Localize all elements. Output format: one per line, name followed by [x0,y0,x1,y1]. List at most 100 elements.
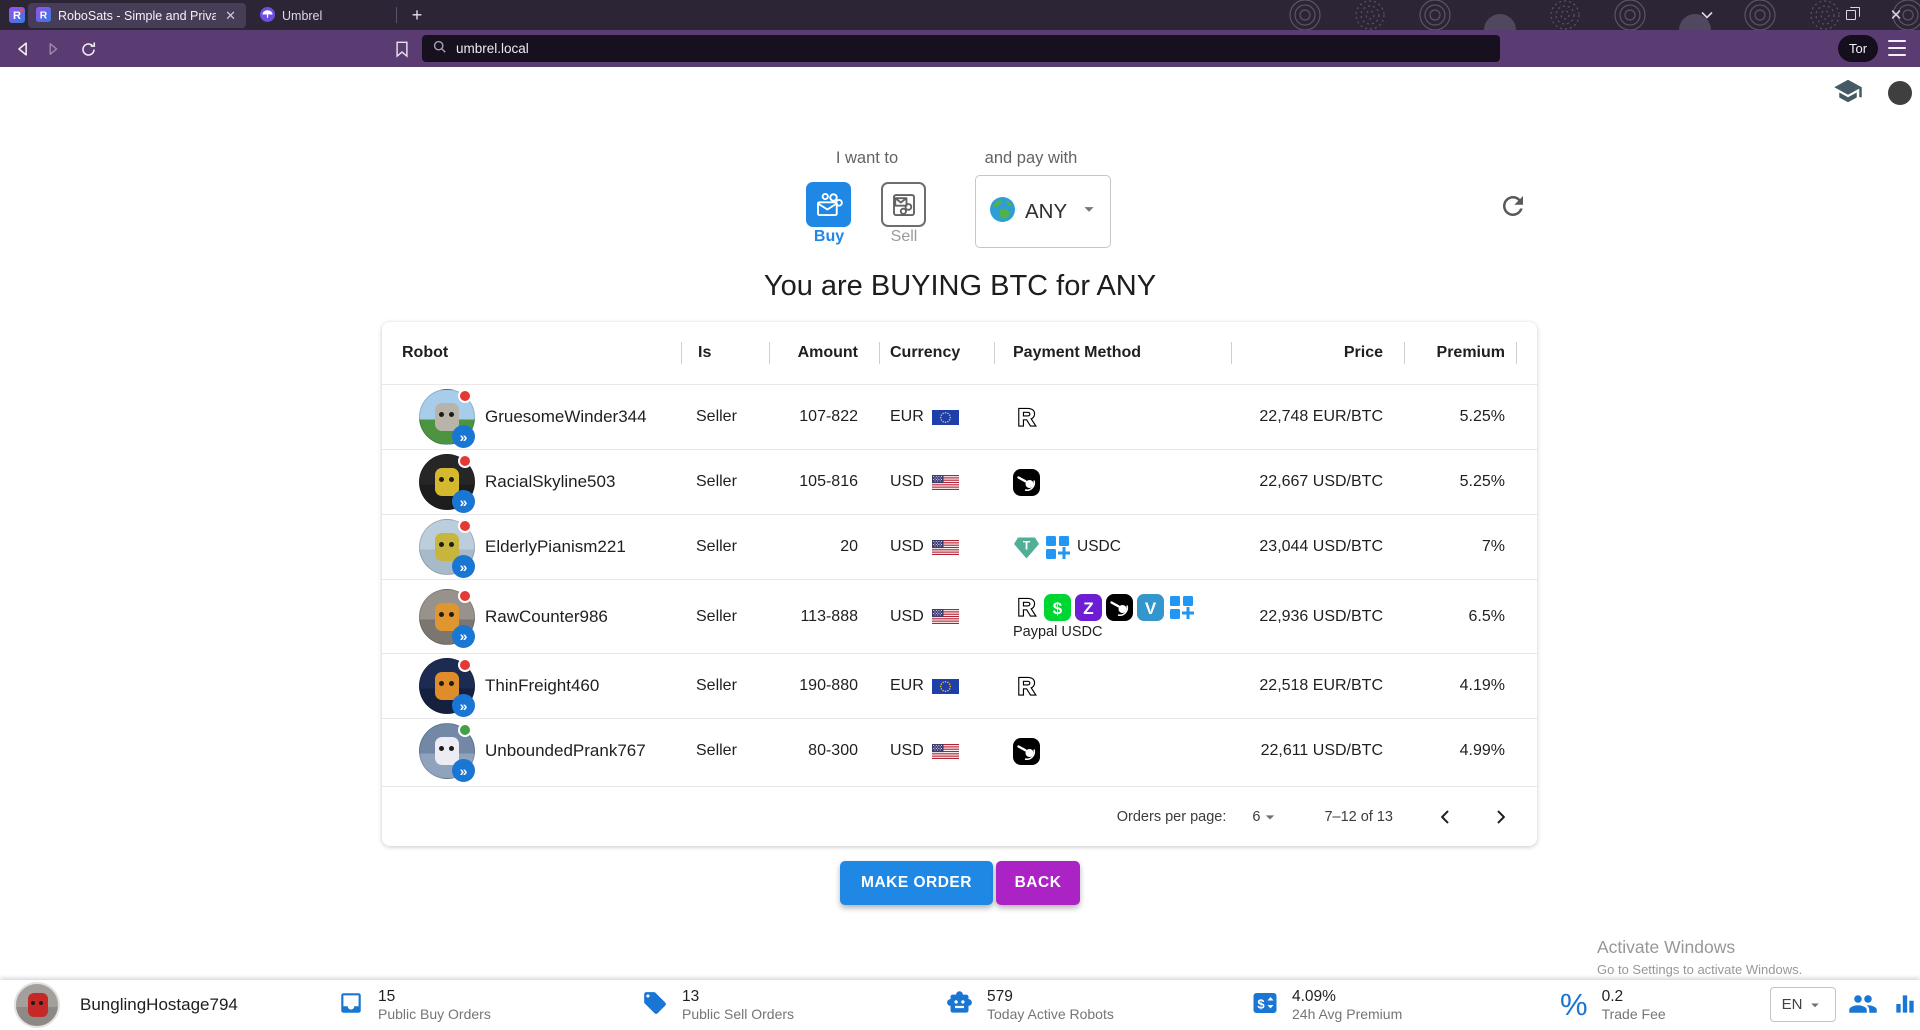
robot-nickname: ThinFreight460 [485,676,599,696]
column-header-is[interactable]: Is [682,322,770,384]
order-side: Seller [682,608,770,626]
window-restore-icon[interactable] [1836,0,1866,30]
column-header-price[interactable]: Price [1232,322,1405,384]
order-price: 23,044 USD/BTC [1232,538,1405,556]
new-tab-button[interactable]: + [404,2,430,28]
order-currency: USD [890,608,924,626]
trade-fee-icon: % [1560,987,1588,1023]
user-robot-avatar[interactable] [14,982,60,1028]
column-header-currency[interactable]: Currency [880,322,995,384]
tab-close-icon[interactable]: ✕ [223,8,238,24]
exchange-summary-icon[interactable] [1892,991,1918,1022]
statusbar-stat[interactable]: 13 Public Sell Orders [642,984,794,1026]
back-button[interactable]: BACK [996,861,1080,905]
payment-methods: R [1013,673,1232,700]
order-premium: 5.25% [1405,473,1517,491]
statusbar-stat[interactable]: 15 Public Buy Orders [338,984,491,1026]
order-amount: 105-816 [770,473,880,491]
dark-mode-toggle-icon[interactable] [1888,81,1912,105]
statusbar-stat[interactable]: 579 Today Active Robots [946,984,1114,1026]
robot-nickname: ElderlyPianism221 [485,537,626,557]
make-order-button[interactable]: MAKE ORDER [840,861,993,905]
us-flag-icon [932,609,959,624]
robosats-app-icon: R [9,7,25,23]
svg-text:R: R [1018,594,1036,620]
robot-nickname: GruesomeWinder344 [485,407,647,427]
robosats-order-book-page: R R RoboSats - Simple and Private Bit ✕ … [0,0,1920,1030]
column-header-amount[interactable]: Amount [770,322,880,384]
window-close-icon[interactable]: ✕ [1880,0,1912,30]
bookmark-icon[interactable] [390,38,414,60]
column-header-robot[interactable]: Robot [402,322,682,384]
robot-nickname: RawCounter986 [485,607,608,627]
currency-selected-value: ANY [1025,200,1067,224]
order-currency: USD [890,473,924,491]
sell-label: Sell [891,228,918,246]
payment-methods: TUSDC [1013,534,1232,561]
statusbar-stat[interactable]: % 0.2 Trade Fee [1560,984,1666,1026]
order-side: Seller [682,742,770,760]
robot-avatar[interactable]: » [419,454,475,510]
browser-tab-bar: R R RoboSats - Simple and Private Bit ✕ … [0,0,1920,30]
stat-value: 4.09% [1292,987,1402,1006]
per-page-select[interactable]: 6 [1252,807,1280,827]
avg-premium-icon: $ [1252,990,1278,1021]
robot-avatar[interactable]: » [419,658,475,714]
svg-text:T: T [1023,538,1031,552]
back-icon[interactable] [10,37,36,61]
column-header-premium[interactable]: Premium [1405,322,1517,384]
status-dot [458,454,472,468]
order-premium: 6.5% [1405,608,1517,626]
list-tabs-icon[interactable] [1692,0,1722,30]
url-bar[interactable]: umbrel.local [422,35,1500,62]
revolut-icon: R [1013,673,1040,700]
svg-text:V: V [1145,599,1157,618]
strike-icon [1013,738,1040,765]
svg-text:R: R [1018,673,1036,699]
robot-nickname: RacialSkyline503 [485,472,615,492]
previous-page-icon[interactable] [1433,805,1457,829]
tab-robosats[interactable]: R RoboSats - Simple and Private Bit ✕ [28,3,246,28]
forward-icon[interactable] [42,39,64,59]
stat-label: Today Active Robots [987,1006,1114,1024]
currency-select[interactable]: ANY [975,175,1111,248]
page-title: You are BUYING BTC for ANY [764,270,1156,303]
payment-methods: R [1013,404,1232,431]
tab-umbrel[interactable]: Umbrel [252,3,392,28]
order-row[interactable]: » UnboundedPrank767 Seller 80-300 USD 22… [382,718,1537,783]
refresh-book-icon[interactable] [1496,189,1530,223]
activate-windows-watermark: Activate Windows [1597,937,1735,958]
order-amount: 107-822 [770,408,880,426]
revolut-icon: R [1013,594,1040,621]
sell-toggle-button[interactable] [881,182,926,227]
community-icon[interactable] [1848,989,1878,1024]
buy-label: Buy [814,228,844,246]
zelle-icon: Z [1075,594,1102,621]
language-select[interactable]: EN [1770,987,1836,1022]
order-amount: 190-880 [770,677,880,695]
column-header-payment[interactable]: Payment Method [995,322,1232,384]
svg-text:R: R [40,10,48,21]
menu-icon[interactable] [1888,40,1906,56]
next-page-icon[interactable] [1489,805,1513,829]
order-row[interactable]: » RawCounter986 Seller 113-888 USD R$ZVP… [382,579,1537,653]
percent-icon: % [1560,987,1588,1022]
order-currency: EUR [890,677,924,695]
order-row[interactable]: » ElderlyPianism221 Seller 20 USD TUSDC … [382,514,1537,579]
order-row[interactable]: » ThinFreight460 Seller 190-880 EUR R 22… [382,653,1537,718]
robot-avatar[interactable]: » [419,589,475,645]
order-row[interactable]: » GruesomeWinder344 Seller 107-822 EUR R… [382,384,1537,449]
tor-circuit-button[interactable]: Tor [1838,35,1878,62]
robot-avatar[interactable]: » [419,723,475,779]
buy-toggle-button[interactable] [806,182,851,227]
venmo-icon: V [1137,594,1164,621]
sell-orders-icon [642,990,668,1021]
order-book-table: Robot Is Amount Currency Payment Method … [382,322,1537,846]
robot-avatar[interactable]: » [419,519,475,575]
order-currency: EUR [890,408,924,426]
reload-icon[interactable] [76,38,100,60]
learn-robosats-icon[interactable] [1832,76,1866,108]
robot-avatar[interactable]: » [419,389,475,445]
order-row[interactable]: » RacialSkyline503 Seller 105-816 USD 22… [382,449,1537,514]
statusbar-stat[interactable]: $ 4.09% 24h Avg Premium [1252,984,1402,1026]
